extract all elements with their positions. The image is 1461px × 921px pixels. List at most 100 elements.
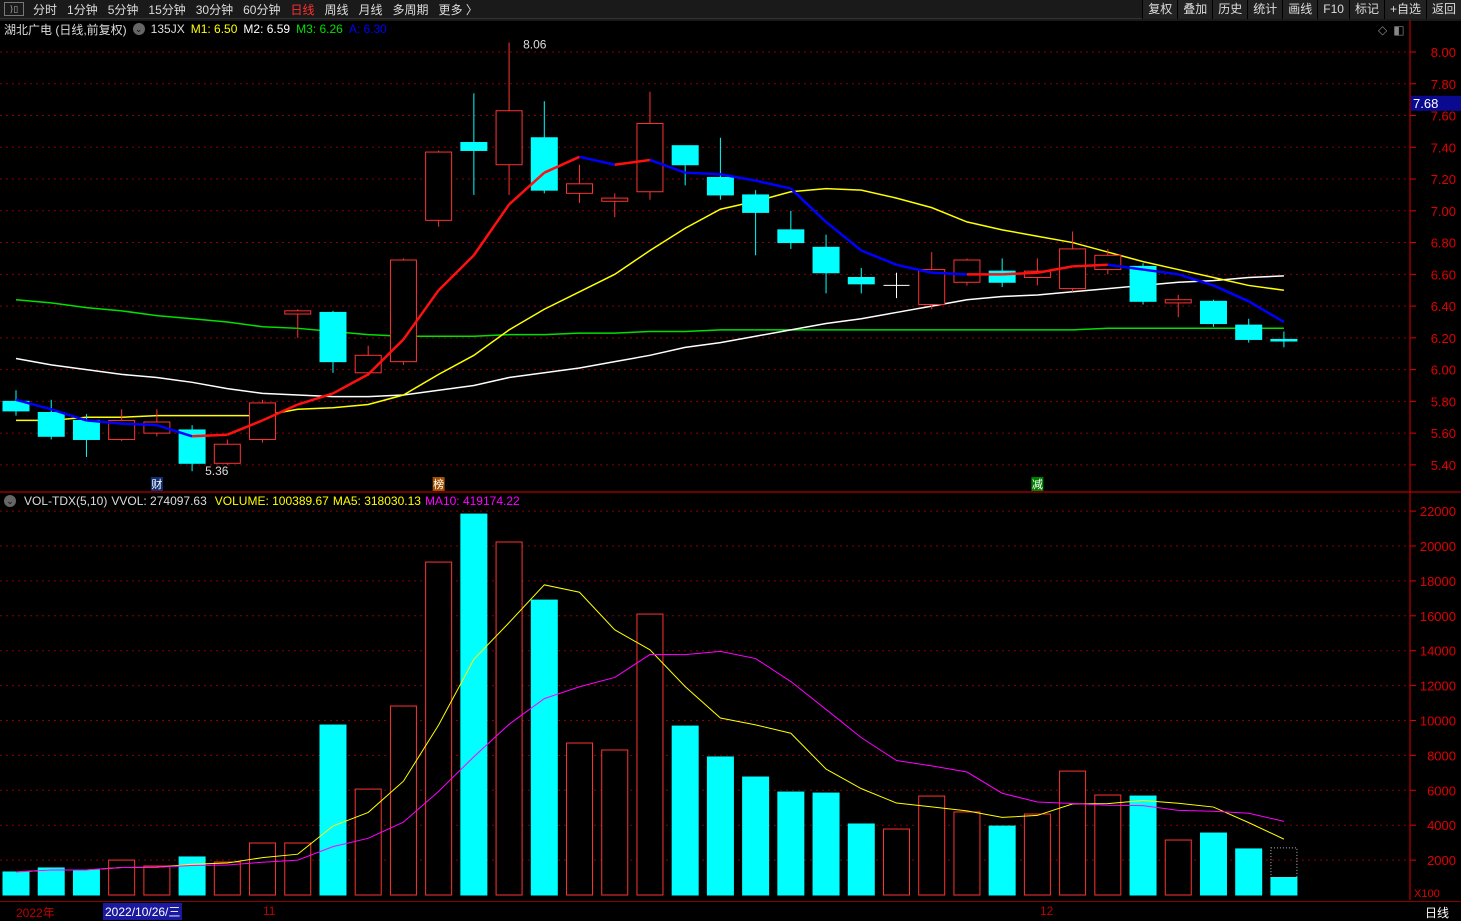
candle [566, 164, 594, 203]
candle-body [1199, 300, 1227, 325]
volume-bar [143, 865, 171, 896]
volume-bar [530, 599, 558, 896]
volume-bar [777, 791, 805, 896]
volume-bar [988, 825, 1016, 896]
high-price-label: 8.06 [523, 37, 547, 51]
candle [812, 234, 840, 294]
candle [354, 345, 382, 376]
volume-bar [284, 842, 312, 896]
price-tick-label: 5.60 [1431, 426, 1456, 441]
volume-bar [918, 795, 946, 896]
volume-bar [2, 871, 30, 896]
volume-tick-label: 22000 [1420, 504, 1456, 519]
event-marker: 财 [151, 477, 162, 491]
volume-tick-label: 6000 [1427, 783, 1456, 798]
volume-bar [495, 541, 523, 896]
candle [1094, 248, 1122, 275]
volume-tick-label: 12000 [1420, 679, 1456, 694]
m1-line [16, 187, 1285, 422]
candle [143, 409, 171, 437]
price-tick-label: 5.80 [1431, 394, 1456, 409]
candle [213, 439, 241, 465]
volume-bar [601, 749, 629, 896]
volume-bar [178, 856, 206, 896]
volume-tick-label: 14000 [1420, 644, 1456, 659]
candle [671, 145, 699, 186]
a-line-segment [332, 373, 369, 395]
candle-body [495, 110, 523, 166]
a-line-segment [1212, 284, 1250, 303]
volume-tick-label: 16000 [1420, 609, 1456, 624]
candle [495, 42, 523, 195]
a-line-segment [1072, 263, 1108, 268]
candle [777, 210, 805, 249]
candle-body [1270, 338, 1298, 342]
candle-body [460, 142, 488, 151]
candle [742, 190, 770, 256]
candle [284, 309, 312, 338]
time-axis: 2022年 2022/10/26/三 11 12 日线 [0, 901, 1461, 921]
price-tick-label: 6.20 [1431, 331, 1456, 346]
price-tick-label: 5.40 [1431, 458, 1456, 473]
period-label[interactable]: 日线 [1425, 904, 1449, 921]
a-line-segment [1248, 300, 1285, 324]
volume-bar [108, 859, 136, 896]
candle-body [953, 259, 981, 283]
volume-bar [460, 513, 488, 896]
candle-body [72, 419, 100, 440]
volume-bar [72, 869, 100, 896]
volume-bar [249, 842, 277, 896]
volume-tick-label: 18000 [1420, 574, 1456, 589]
candle-body [918, 269, 946, 305]
a-line-segment [931, 271, 967, 276]
a-line-segment [1002, 271, 1038, 276]
volume-bar [953, 811, 981, 896]
a-line-segment [579, 155, 616, 166]
candle [918, 252, 946, 310]
price-tick-label: 6.80 [1431, 236, 1456, 251]
a-line-segment [437, 254, 475, 292]
volume-bar [319, 724, 347, 896]
low-price-label: 5.36 [205, 464, 229, 478]
candle [953, 258, 981, 286]
candle-body [847, 276, 875, 285]
candle [883, 272, 910, 299]
price-tick-label: 7.20 [1431, 172, 1456, 187]
cursor-date: 2022/10/26/三 [103, 903, 183, 920]
candle-body [706, 176, 734, 196]
projected-volume-bar [1270, 847, 1298, 878]
volume-tick-label: 10000 [1420, 714, 1456, 729]
a-line-segment [121, 422, 157, 427]
volume-bar [37, 867, 65, 896]
volume-tick-label: 8000 [1427, 748, 1456, 763]
a-line-segment [472, 203, 511, 256]
candle-body [742, 194, 770, 213]
volume-bar [425, 561, 453, 896]
price-tick-label: 6.60 [1431, 267, 1456, 282]
candle-body [425, 151, 453, 221]
volume-bar [883, 828, 910, 896]
candle-body [636, 122, 664, 193]
candle-body [1164, 299, 1192, 304]
volume-tick-label: 4000 [1427, 818, 1456, 833]
a-line-segment [789, 187, 827, 223]
candle [847, 267, 875, 294]
volume-bar [566, 742, 594, 896]
a-line-segment [860, 249, 897, 266]
candle-body [812, 246, 840, 274]
month-label-11: 11 [263, 904, 276, 918]
volume-bar [636, 613, 664, 896]
candle [319, 310, 347, 373]
current-price-label: 7.68 [1413, 96, 1438, 111]
volume-tick-label: 20000 [1420, 539, 1456, 554]
kline-chart[interactable]: 8.007.807.607.407.207.006.806.606.406.20… [0, 0, 1461, 900]
price-tick-label: 7.40 [1431, 140, 1456, 155]
a-line-segment [685, 171, 721, 176]
candle [460, 93, 488, 195]
month-label-12: 12 [1040, 904, 1054, 918]
price-tick-label: 6.40 [1431, 299, 1456, 314]
volume-bar [1129, 795, 1157, 896]
volume-unit-label: X100 [1414, 888, 1440, 900]
volume-bar [389, 705, 417, 896]
candle [425, 150, 453, 227]
